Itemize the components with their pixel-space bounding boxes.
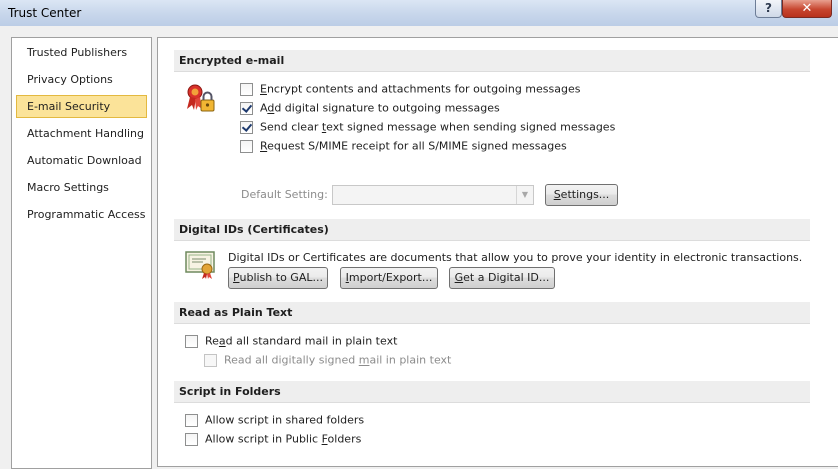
read-signed-plain-checkbox	[204, 353, 217, 367]
sidebar-item-macro-settings[interactable]: Macro Settings	[16, 177, 147, 200]
option-encrypt-contents[interactable]: Encrypt contents and attachments for out…	[240, 82, 580, 98]
category-sidebar: Trusted Publishers Privacy Options E-mai…	[11, 37, 152, 469]
read-signed-plain-label: Read all digitally signed mail in plain …	[224, 353, 452, 367]
add-digital-signature-checkbox[interactable]	[240, 101, 253, 115]
add-digital-signature-label: Add digital signature to outgoing messag…	[260, 101, 500, 115]
window-title: Trust Center	[8, 6, 82, 20]
option-allow-script-public[interactable]: Allow script in Public Folders	[185, 432, 361, 448]
allow-script-shared-label: Allow script in shared folders	[205, 413, 365, 427]
allow-script-shared-checkbox[interactable]	[185, 413, 198, 427]
option-read-signed-plain: Read all digitally signed mail in plain …	[204, 353, 451, 369]
request-smime-receipt-checkbox[interactable]	[240, 139, 253, 153]
send-clear-text-label: Send clear text signed message when send…	[260, 120, 616, 134]
sidebar-item-programmatic-access[interactable]: Programmatic Access	[16, 204, 147, 227]
help-button[interactable]: ?	[755, 0, 782, 18]
option-send-clear-text[interactable]: Send clear text signed message when send…	[240, 120, 615, 136]
default-setting-dropdown[interactable]: ▼	[332, 185, 534, 205]
send-clear-text-checkbox[interactable]	[240, 120, 253, 134]
option-read-standard-plain[interactable]: Read all standard mail in plain text	[185, 334, 397, 350]
sidebar-item-attachment-handling[interactable]: Attachment Handling	[16, 123, 147, 146]
option-add-digital-signature[interactable]: Add digital signature to outgoing messag…	[240, 101, 500, 117]
read-standard-plain-label: Read all standard mail in plain text	[205, 334, 398, 348]
title-bar: Trust Center ? ✕	[0, 0, 838, 26]
get-digital-id-button[interactable]: Get a Digital ID...	[449, 267, 555, 289]
default-setting-label: Default Setting:	[241, 188, 328, 201]
request-smime-receipt-label: Request S/MIME receipt for all S/MIME si…	[260, 139, 567, 153]
sidebar-item-privacy-options[interactable]: Privacy Options	[16, 69, 147, 92]
dialog-body: Trusted Publishers Privacy Options E-mai…	[0, 26, 838, 469]
section-header-encrypted-email: Encrypted e-mail	[174, 50, 810, 72]
section-header-script-in-folders: Script in Folders	[174, 381, 810, 403]
sidebar-item-trusted-publishers[interactable]: Trusted Publishers	[16, 42, 147, 65]
allow-script-public-checkbox[interactable]	[185, 432, 198, 446]
sidebar-item-automatic-download[interactable]: Automatic Download	[16, 150, 147, 173]
encrypt-contents-label: Encrypt contents and attachments for out…	[260, 82, 581, 96]
settings-panel: Encrypted e-mail Encrypt contents and at…	[157, 37, 838, 467]
allow-script-public-label: Allow script in Public Folders	[205, 432, 362, 446]
section-header-digital-ids: Digital IDs (Certificates)	[174, 219, 810, 241]
digital-ids-description: Digital IDs or Certificates are document…	[228, 251, 803, 264]
section-header-read-as-plain-text: Read as Plain Text	[174, 302, 810, 324]
read-standard-plain-checkbox[interactable]	[185, 334, 198, 348]
certificate-lock-icon	[187, 84, 215, 112]
import-export-button[interactable]: Import/Export...	[340, 267, 438, 289]
option-allow-script-shared[interactable]: Allow script in shared folders	[185, 413, 364, 429]
option-request-smime-receipt[interactable]: Request S/MIME receipt for all S/MIME si…	[240, 139, 567, 155]
publish-to-gal-button[interactable]: Publish to GAL...	[228, 267, 328, 289]
sidebar-item-email-security[interactable]: E-mail Security	[16, 95, 147, 118]
certificate-icon	[185, 251, 215, 279]
encrypt-contents-checkbox[interactable]	[240, 82, 253, 96]
close-button[interactable]: ✕	[782, 0, 832, 18]
chevron-down-icon: ▼	[516, 186, 533, 204]
settings-button[interactable]: Settings...	[545, 184, 618, 206]
